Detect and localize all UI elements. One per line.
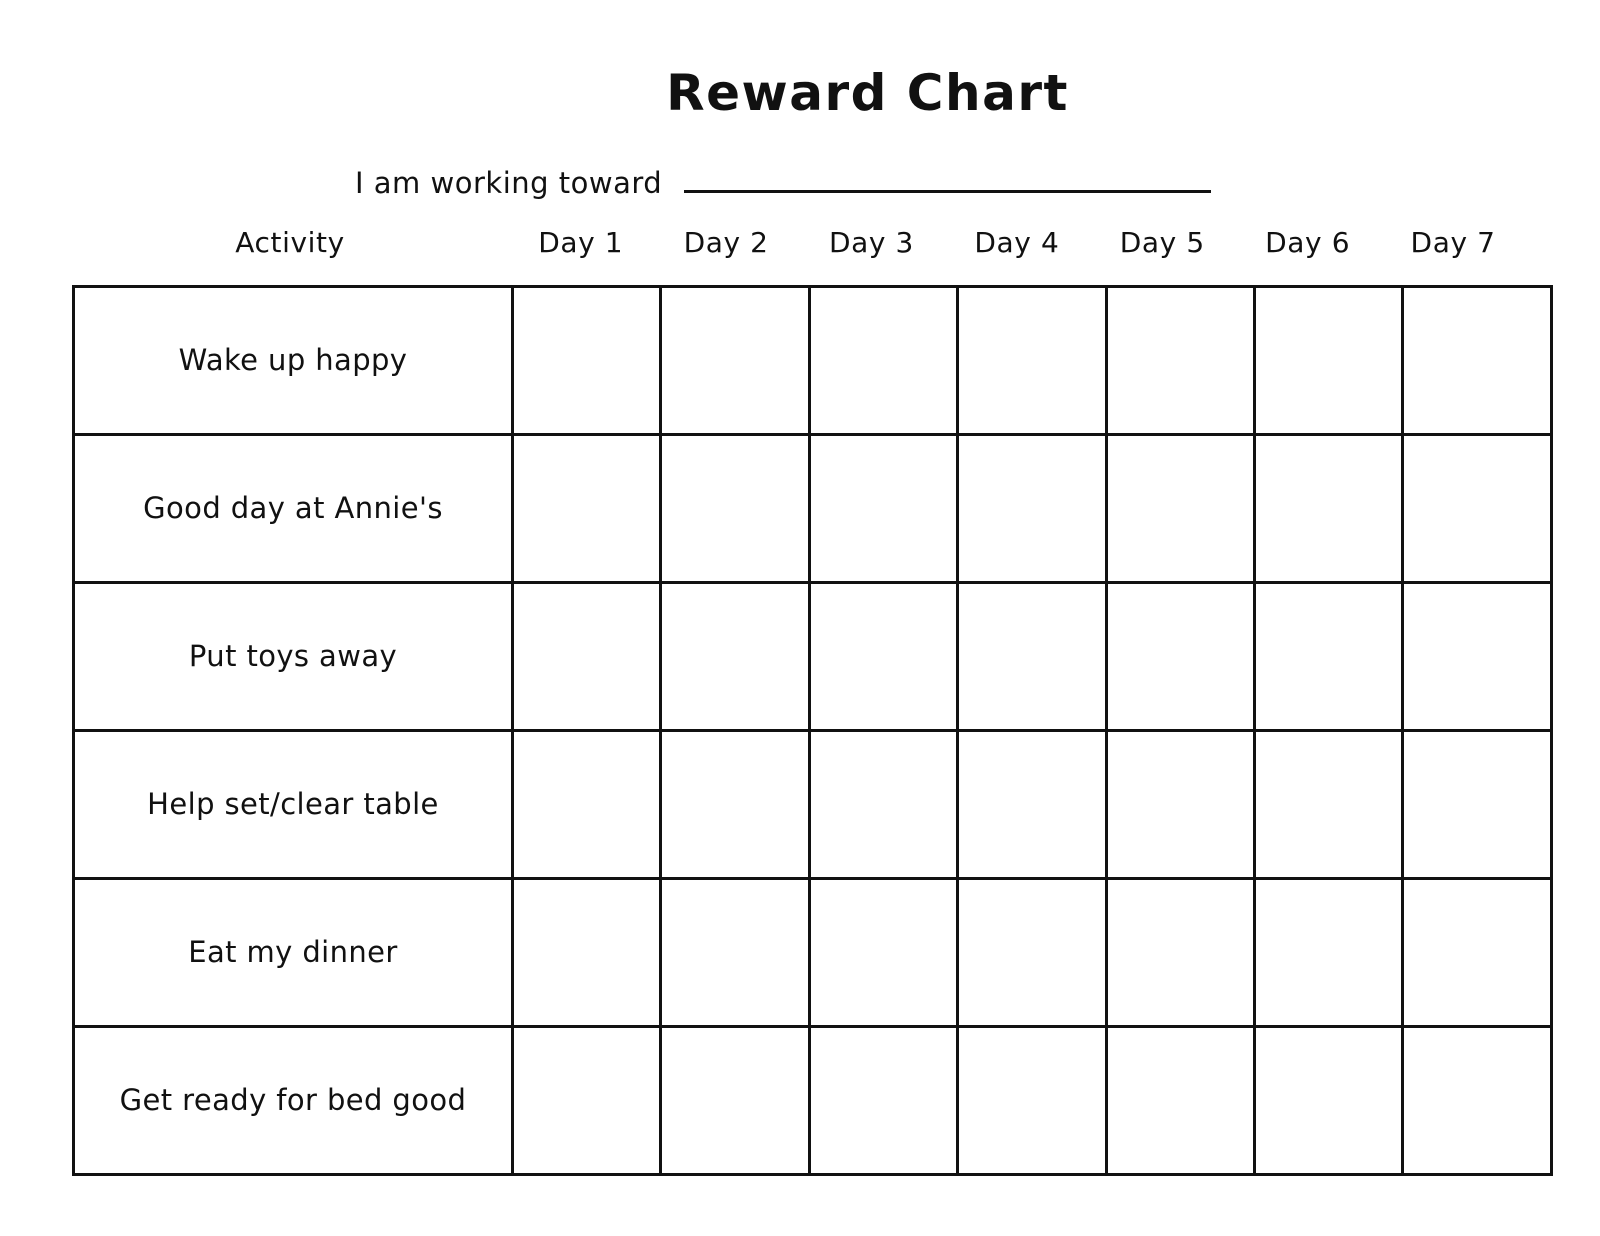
column-header-day-5: Day 5 [1119,226,1205,259]
mark-cell-row3-day6[interactable] [1252,581,1405,732]
table-row: Get ready for bed good [72,1025,1553,1176]
mark-cell-row2-day7[interactable] [1401,433,1553,584]
activity-label: Get ready for bed good [119,1082,467,1117]
mark-cell-row4-day6[interactable] [1252,729,1405,880]
table-row: Wake up happy [72,285,1553,436]
activity-label: Put toys away [188,638,398,673]
mark-cell-row4-day7[interactable] [1401,729,1553,880]
mark-cell-row4-day1[interactable] [510,729,663,880]
goal-write-in-blank[interactable] [684,190,1212,194]
mark-cell-row3-day3[interactable] [807,581,960,732]
reward-grid: Wake up happy Good day at Annie's Put to… [72,285,1553,1176]
column-header-day-3: Day 3 [828,226,914,259]
column-header-activity: Activity [235,226,345,259]
mark-cell-row4-day2[interactable] [659,729,811,880]
column-header-day-6: Day 6 [1265,226,1351,259]
column-header-day-2: Day 2 [683,226,769,259]
mark-cell-row5-day3[interactable] [807,877,960,1028]
mark-cell-row1-day4[interactable] [956,285,1108,436]
mark-cell-row2-day5[interactable] [1104,433,1256,584]
table-row: Eat my dinner [72,877,1553,1028]
mark-cell-row6-day5[interactable] [1104,1025,1256,1176]
mark-cell-row1-day5[interactable] [1104,285,1256,436]
mark-cell-row1-day2[interactable] [659,285,811,436]
mark-cell-row6-day1[interactable] [510,1025,663,1176]
activity-cell: Get ready for bed good [72,1025,514,1176]
mark-cell-row4-day4[interactable] [956,729,1108,880]
mark-cell-row4-day5[interactable] [1104,729,1256,880]
mark-cell-row3-day5[interactable] [1104,581,1256,732]
mark-cell-row6-day6[interactable] [1252,1025,1405,1176]
table-row: Good day at Annie's [72,433,1553,584]
mark-cell-row3-day4[interactable] [956,581,1108,732]
mark-cell-row1-day1[interactable] [510,285,663,436]
mark-cell-row5-day2[interactable] [659,877,811,1028]
mark-cell-row2-day1[interactable] [510,433,663,584]
goal-statement: I am working toward [355,166,1212,200]
mark-cell-row5-day1[interactable] [510,877,663,1028]
table-row: Put toys away [72,581,1553,732]
activity-cell: Wake up happy [72,285,514,436]
mark-cell-row6-day3[interactable] [807,1025,960,1176]
activity-label: Good day at Annie's [143,490,443,525]
mark-cell-row5-day5[interactable] [1104,877,1256,1028]
column-header-day-1: Day 1 [538,226,624,259]
mark-cell-row2-day6[interactable] [1252,433,1405,584]
mark-cell-row6-day2[interactable] [659,1025,811,1176]
mark-cell-row5-day6[interactable] [1252,877,1405,1028]
table-row: Help set/clear table [72,729,1553,880]
mark-cell-row6-day4[interactable] [956,1025,1108,1176]
mark-cell-row1-day6[interactable] [1252,285,1405,436]
activity-cell: Eat my dinner [72,877,514,1028]
mark-cell-row6-day7[interactable] [1401,1025,1553,1176]
mark-cell-row3-day2[interactable] [659,581,811,732]
activity-label: Eat my dinner [188,934,398,969]
activity-cell: Good day at Annie's [72,433,514,584]
column-header-row: Activity Day 1 Day 2 Day 3 Day 4 Day 5 D… [72,228,1526,280]
column-header-day-7: Day 7 [1410,226,1496,259]
mark-cell-row1-day3[interactable] [807,285,960,436]
mark-cell-row3-day1[interactable] [510,581,663,732]
mark-cell-row3-day7[interactable] [1401,581,1553,732]
activity-cell: Put toys away [72,581,514,732]
column-header-day-4: Day 4 [974,226,1060,259]
mark-cell-row2-day4[interactable] [956,433,1108,584]
goal-label: I am working toward [355,166,663,200]
mark-cell-row2-day3[interactable] [807,433,960,584]
mark-cell-row4-day3[interactable] [807,729,960,880]
activity-label: Wake up happy [178,342,408,377]
mark-cell-row2-day2[interactable] [659,433,811,584]
mark-cell-row5-day7[interactable] [1401,877,1553,1028]
activity-label: Help set/clear table [147,786,439,821]
activity-cell: Help set/clear table [72,729,514,880]
mark-cell-row1-day7[interactable] [1401,285,1553,436]
page-title: Reward Chart [666,64,1069,122]
reward-chart-page: Reward Chart I am working toward Activit… [0,0,1600,1236]
mark-cell-row5-day4[interactable] [956,877,1108,1028]
